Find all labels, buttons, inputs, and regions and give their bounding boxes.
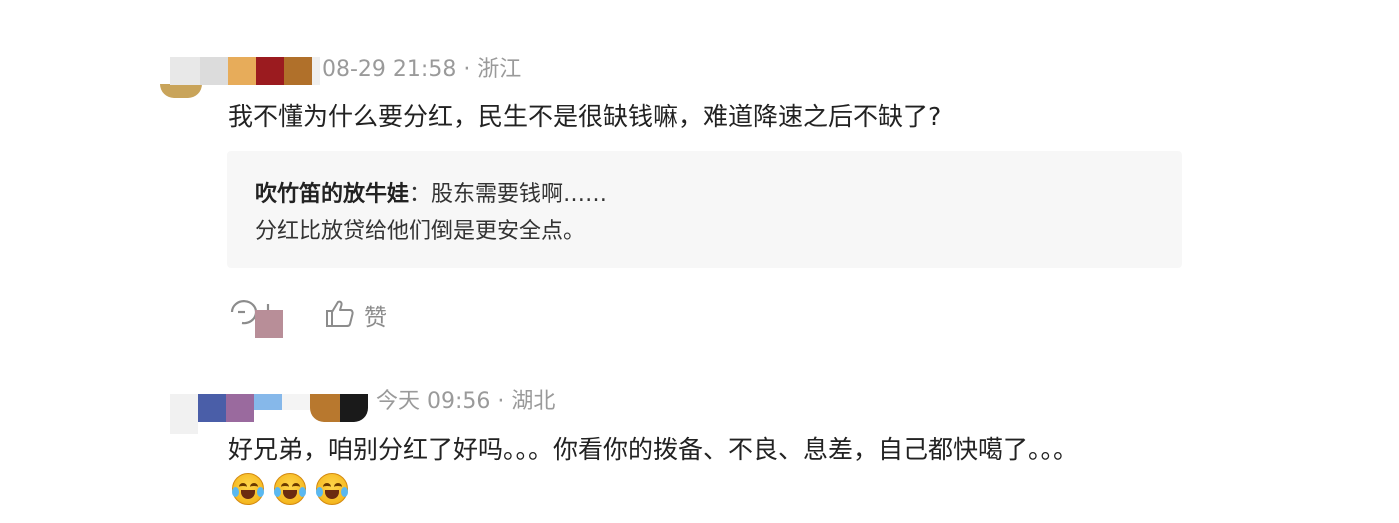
laughing-crying-emoji [274, 473, 306, 505]
reply-text-1: 股东需要钱啊…… [431, 182, 608, 207]
reply-author[interactable]: 吹竹笛的放牛娃 [255, 182, 409, 207]
thumbs-up-icon [326, 300, 354, 327]
reply-separator: ： [409, 182, 432, 207]
comment-text: 好兄弟，咱别分红了好吗。。。你看你的拨备、不良、息差，自己都快噶了。。。 [228, 435, 1079, 464]
laughing-crying-emoji [232, 473, 264, 505]
reply-line-1: 吹竹笛的放牛娃：股东需要钱啊…… [255, 176, 607, 208]
comment-button[interactable] [228, 296, 286, 340]
comment-meta: 今天 09:56 · 湖北 [376, 389, 556, 414]
like-label: 赞 [364, 305, 387, 331]
reply-text-2: 分红比放贷给他们倒是更安全点。 [255, 219, 586, 244]
comment-text: 我不懂为什么要分红，民生不是很缺钱嘛，难道降速之后不缺了? [228, 102, 942, 131]
laughing-crying-emoji [316, 473, 348, 505]
reply-preview[interactable]: 吹竹笛的放牛娃：股东需要钱啊…… 分红比放贷给他们倒是更安全点。 [227, 151, 1182, 268]
comment-meta: 08-29 21:58 · 浙江 [322, 57, 522, 82]
like-button[interactable]: 赞 [324, 298, 396, 332]
